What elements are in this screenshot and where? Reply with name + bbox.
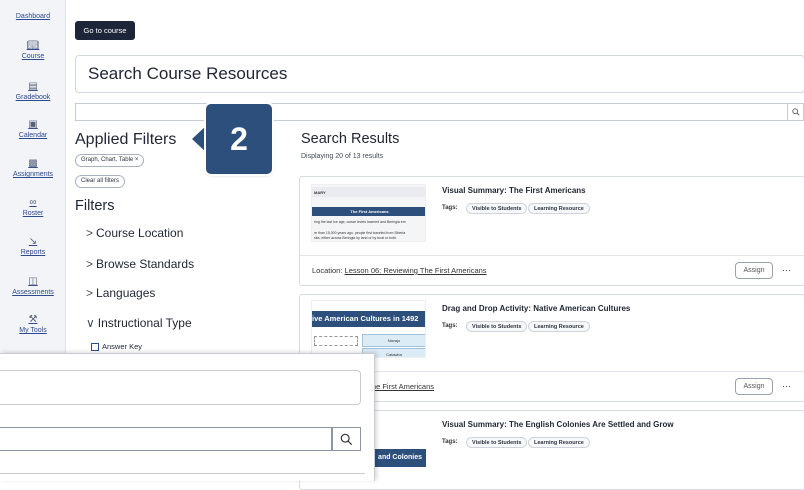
resource-location: Location: Lesson 06: Reviewing The First… (312, 266, 487, 275)
sidebar-item-gradebook[interactable]: ▤ Gradebook (0, 81, 66, 101)
sidebar-item-roster[interactable]: ∞ Roster (0, 197, 66, 217)
sidebar-item-course[interactable]: 📖︎ Course (0, 40, 66, 60)
resource-title[interactable]: Visual Summary: The English Colonies Are… (442, 420, 674, 429)
sidebar-item-label: Gradebook (15, 94, 51, 101)
filters-heading: Filters (75, 198, 115, 214)
sidebar-item-calendar[interactable]: ▣ Calendar (0, 119, 66, 139)
filter-label: Course Location (96, 226, 184, 240)
assign-button[interactable]: Assign (735, 262, 773, 279)
chevron-right-icon: > (86, 286, 94, 300)
sidebar-item-label: Reports (20, 249, 46, 256)
tag-badge: Visible to Students (466, 321, 528, 332)
sidebar-item-reports[interactable]: ↘ Reports (0, 236, 66, 256)
filter-label: Languages (96, 286, 156, 300)
chevron-down-icon: ∨ (86, 316, 95, 330)
tags-label: Tags: (442, 205, 458, 211)
sidebar-item-label: Course (21, 53, 45, 60)
divider (0, 473, 365, 474)
search-results-heading: Search Results (301, 131, 400, 147)
tag-badge: Learning Resource (528, 437, 590, 448)
chevron-right-icon: > (86, 257, 94, 271)
tags-label: Tags: (442, 439, 458, 445)
clear-all-filters-button[interactable]: Clear all filters (75, 175, 126, 188)
tag-badge: Learning Resource (528, 203, 590, 214)
page-title: Search Course Resources (88, 64, 288, 83)
assignments-icon: ▩ (28, 158, 38, 169)
overlay-search-input[interactable] (0, 427, 332, 451)
sidebar-item-label: Calendar (18, 132, 48, 139)
sidebar-item-my-tools[interactable]: ⚒ My Tools (0, 314, 66, 334)
book-icon: 📖︎ (26, 40, 40, 51)
checkbox-label: Answer Key (102, 342, 143, 351)
sidebar-item-dashboard[interactable]: Dashboard (0, 13, 66, 20)
tag-badge: Visible to Students (466, 203, 528, 214)
page-title-box: Search Course Resources (75, 55, 804, 93)
filter-course-location[interactable]: > Course Location (86, 226, 183, 240)
divider (300, 371, 804, 372)
resource-title[interactable]: Drag and Drop Activity: Native American … (442, 304, 630, 313)
thumb-text: re than 15,000 years ago, people first t… (314, 231, 406, 235)
results-count: Displaying 20 of 13 results (301, 153, 384, 160)
filter-label: Instructional Type (97, 316, 192, 330)
gradebook-icon: ▤ (28, 81, 38, 92)
sidebar-item-label: Assignments (12, 171, 54, 178)
assign-button[interactable]: Assign (735, 378, 773, 395)
location-prefix: Location: (312, 266, 343, 275)
chevron-right-icon: > (86, 226, 94, 240)
zoomed-overlay-panel (0, 353, 375, 481)
filter-label: Browse Standards (96, 257, 195, 271)
callout-pointer (192, 125, 207, 153)
sidebar-item-label: Roster (22, 210, 44, 217)
search-icon (340, 433, 353, 445)
tag-badge: Learning Resource (528, 321, 590, 332)
thumb-drop-zone (314, 336, 358, 346)
filter-languages[interactable]: > Languages (86, 286, 155, 300)
filter-instructional-type[interactable]: ∨ Instructional Type (86, 316, 192, 330)
sidebar-item-label: Dashboard (15, 13, 51, 20)
overlay-search-button[interactable] (332, 427, 361, 451)
checkbox[interactable] (91, 343, 99, 352)
filter-browse-standards[interactable]: > Browse Standards (86, 257, 194, 271)
go-to-course-button[interactable]: Go to course (75, 21, 135, 40)
tag-badge: Visible to Students (466, 437, 528, 448)
sidebar-item-label: Assessments (12, 289, 54, 296)
calendar-icon: ▣ (28, 119, 38, 130)
thumb-banner: The First Americans (312, 207, 425, 216)
applied-filter-chip[interactable]: Graph, Chart, Table × (75, 154, 145, 167)
search-icon (791, 108, 800, 116)
overlay-title-box (0, 370, 361, 405)
tags-label: Tags: (442, 323, 458, 329)
more-options-icon[interactable]: ··· (782, 265, 791, 275)
applied-filters-heading: Applied Filters (75, 131, 177, 148)
thumb-text: ska, either across Beringia by land or b… (314, 236, 397, 240)
search-button[interactable] (787, 103, 804, 121)
search-input[interactable] (75, 103, 787, 121)
reports-icon: ↘ (28, 236, 38, 247)
sidebar-item-assignments[interactable]: ▩ Assignments (0, 158, 66, 178)
location-link[interactable]: Lesson 06: Reviewing The First Americans (345, 266, 487, 275)
thumb-text: ring the last Ice age, ocean levels lowe… (314, 220, 406, 224)
resource-title[interactable]: Visual Summary: The First Americans (442, 186, 586, 195)
assessments-icon: ◫ (28, 276, 38, 287)
thumb-header: MARY (312, 187, 425, 197)
divider (300, 255, 804, 256)
sidebar-item-label: My Tools (19, 327, 47, 334)
result-card: MARY The First Americans ring the last I… (299, 176, 804, 286)
tools-icon: ⚒ (28, 314, 38, 325)
roster-icon: ∞ (29, 197, 37, 208)
sidebar-item-assessments[interactable]: ◫ Assessments (0, 276, 66, 296)
more-options-icon[interactable]: ··· (782, 381, 791, 391)
resource-thumbnail[interactable]: ive American Cultures in 1492 Navajo Cat… (311, 300, 426, 358)
step-badge: 2 (206, 104, 272, 174)
thumb-cell: Navajo (362, 334, 425, 347)
thumb-banner: ive American Cultures in 1492 (312, 311, 425, 327)
answer-key-checkbox-row[interactable]: Answer Key (91, 342, 143, 352)
resource-thumbnail[interactable]: MARY The First Americans ring the last I… (311, 184, 426, 242)
